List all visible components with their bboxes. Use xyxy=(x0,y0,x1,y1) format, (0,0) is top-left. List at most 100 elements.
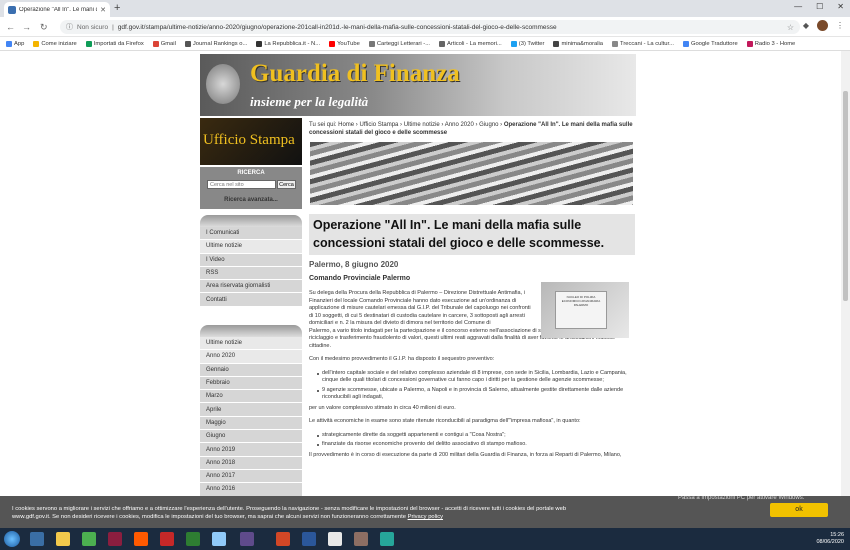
acrobat-icon[interactable] xyxy=(160,532,174,546)
bullet-item: strategicamente dirette da soggetti appa… xyxy=(317,432,635,440)
toolbar-right: ◆ ⋮ xyxy=(803,20,844,31)
bookmark-item[interactable]: Gmail xyxy=(152,40,176,47)
app-icon[interactable] xyxy=(354,532,368,546)
bookmark-label: La Repubblica.it - N... xyxy=(264,40,321,47)
article-photo[interactable]: NUCLEO DI POLIZIA ECONOMICO-FINANZIARIA … xyxy=(541,282,629,338)
sidebar-item[interactable]: Anno 2016 xyxy=(200,483,302,496)
bookmark-label: App xyxy=(14,40,25,47)
advanced-search-link[interactable]: Ricerca avanzata... xyxy=(200,197,302,203)
sidebar-item[interactable]: Giugno xyxy=(200,430,302,444)
word-icon[interactable] xyxy=(302,532,316,546)
paragraph: per un valore complessivo stimato in cir… xyxy=(309,404,456,411)
app-icon[interactable] xyxy=(212,532,226,546)
app-icon[interactable] xyxy=(186,532,200,546)
forward-icon[interactable]: → xyxy=(22,20,31,34)
maximize-icon[interactable]: ☐ xyxy=(816,2,823,11)
bookmark-favicon-icon xyxy=(329,40,336,47)
minimize-icon[interactable]: — xyxy=(794,2,802,11)
sidebar-item[interactable]: Ultime notizie xyxy=(200,337,302,351)
bookmark-item[interactable]: La Repubblica.it - N... xyxy=(256,40,321,47)
breadcrumb-link[interactable]: Ultime notizie xyxy=(404,122,440,128)
bookmark-item[interactable]: Journal Rankings o... xyxy=(184,40,247,47)
url-text[interactable]: gdf.gov.it/stampa/ultime-notizie/anno-20… xyxy=(118,24,557,31)
web-page: Guardia di Finanza insieme per la legali… xyxy=(0,51,850,496)
sidebar-item[interactable]: Maggio xyxy=(200,416,302,431)
folder-icon[interactable] xyxy=(56,532,70,546)
bookmark-item[interactable]: Come iniziare xyxy=(33,40,77,47)
sidebar-item[interactable]: Febbraio xyxy=(200,376,302,391)
sidebar-item[interactable]: Anno 2020 xyxy=(200,350,302,364)
page-scrollbar[interactable] xyxy=(841,51,850,496)
app-icon[interactable] xyxy=(240,532,254,546)
bookmark-favicon-icon xyxy=(152,40,159,47)
bookmark-label: Importati da Firefox xyxy=(93,40,144,47)
sidebar-item[interactable]: Gennaio xyxy=(200,363,302,377)
bookmark-label: Gmail xyxy=(160,40,176,47)
bookmark-favicon-icon xyxy=(510,40,517,47)
bookmark-item[interactable]: YouTube xyxy=(329,40,360,47)
site-banner[interactable]: Guardia di Finanza insieme per la legali… xyxy=(200,54,636,116)
bookmark-item[interactable]: Treccani - La cultur... xyxy=(612,40,674,47)
sidebar-menu-archive: Ultime notizie Anno 2020 Gennaio Febbraio Ma… xyxy=(200,325,302,496)
app-icon[interactable] xyxy=(134,532,148,546)
app-icon[interactable] xyxy=(380,532,394,546)
cookie-ok-button[interactable]: ok xyxy=(770,503,828,517)
bookmark-favicon-icon xyxy=(612,40,619,47)
bookmark-item[interactable]: (3) Twitter xyxy=(510,40,544,47)
chrome-icon[interactable] xyxy=(328,532,342,546)
bookmark-item[interactable]: Importati da Firefox xyxy=(85,40,144,47)
sidebar-item[interactable]: I Comunicati xyxy=(200,227,302,241)
paragraph: Il provvedimento è in corso di esecuzion… xyxy=(309,451,622,458)
back-icon[interactable]: ← xyxy=(6,20,15,34)
close-window-icon[interactable]: ✕ xyxy=(837,2,844,11)
media-icon[interactable] xyxy=(82,532,96,546)
privacy-policy-link[interactable]: Privacy policy xyxy=(408,514,443,520)
bookmark-item[interactable]: App xyxy=(6,40,25,47)
powerpoint-icon[interactable] xyxy=(276,532,290,546)
bookmark-favicon-icon xyxy=(746,40,753,47)
sidebar-item[interactable]: Aprile xyxy=(200,403,302,417)
new-tab-icon[interactable]: + xyxy=(114,2,120,15)
sidebar-item[interactable]: RSS xyxy=(200,266,302,281)
search-heading: RICERCA xyxy=(237,170,265,176)
indesign-icon[interactable] xyxy=(108,532,122,546)
search-input[interactable] xyxy=(207,180,276,189)
omnibox[interactable]: ⓘ Non sicuro | gdf.gov.it/stampa/ultime-… xyxy=(60,20,800,34)
site-title: Guardia di Finanza xyxy=(250,60,460,87)
sidebar-item[interactable]: Ultime notizie xyxy=(200,240,302,254)
sidebar-item[interactable]: I Video xyxy=(200,253,302,267)
menu-dots-icon[interactable]: ⋮ xyxy=(836,21,844,30)
search-button[interactable]: Cerca xyxy=(277,180,296,189)
sidebar-item[interactable]: Area riservata giornalisti xyxy=(200,280,302,294)
ie-icon[interactable] xyxy=(30,532,44,546)
bookmark-item[interactable]: Articoli - La memori... xyxy=(439,40,502,47)
sidebar-item[interactable]: Marzo xyxy=(200,390,302,404)
bookmark-item[interactable]: Google Traduttore xyxy=(682,40,738,47)
reload-icon[interactable]: ↻ xyxy=(40,20,48,34)
system-tray[interactable]: 15:26 08/06/2020 xyxy=(816,532,844,546)
sidebar-item[interactable]: Anno 2019 xyxy=(200,443,302,457)
paragraph: Su delega della Procura della Repubblica… xyxy=(309,290,531,326)
bookmark-item[interactable]: Radio 3 - Home xyxy=(746,40,795,47)
sidebar-item[interactable]: Anno 2018 xyxy=(200,456,302,470)
extension-icon[interactable]: ◆ xyxy=(803,21,809,30)
sidebar-item[interactable]: Contatti xyxy=(200,293,302,307)
bookmark-label: Articoli - La memori... xyxy=(447,40,502,47)
breadcrumb-link[interactable]: Home xyxy=(338,122,354,128)
sidebar-item[interactable]: Anno 2017 xyxy=(200,469,302,484)
bookmark-item[interactable]: Carteggi Letterari -... xyxy=(368,40,430,47)
start-icon[interactable] xyxy=(4,531,20,547)
bookmark-item[interactable]: minima&moralia xyxy=(553,40,603,47)
bookmark-star-icon[interactable]: ☆ xyxy=(787,23,794,32)
breadcrumb-link[interactable]: Giugno xyxy=(479,122,498,128)
breadcrumb-link[interactable]: Anno 2020 xyxy=(445,122,474,128)
breadcrumb-link[interactable]: Ufficio Stampa xyxy=(359,122,398,128)
scrollbar-thumb[interactable] xyxy=(843,91,848,301)
browser-tab[interactable]: Operazione "All In". Le mani del... ✕ xyxy=(4,2,110,17)
info-icon[interactable]: ⓘ xyxy=(66,22,73,32)
profile-avatar[interactable] xyxy=(817,20,828,31)
section-logo[interactable]: Ufficio Stampa xyxy=(200,118,302,165)
activation-watermark-subtitle: Passa a Impostazioni PC per attivare Win… xyxy=(678,495,805,501)
sidebar-menu-main: I Comunicati Ultime notizie I Video RSS Area… xyxy=(200,215,302,307)
close-tab-icon[interactable]: ✕ xyxy=(100,6,106,14)
